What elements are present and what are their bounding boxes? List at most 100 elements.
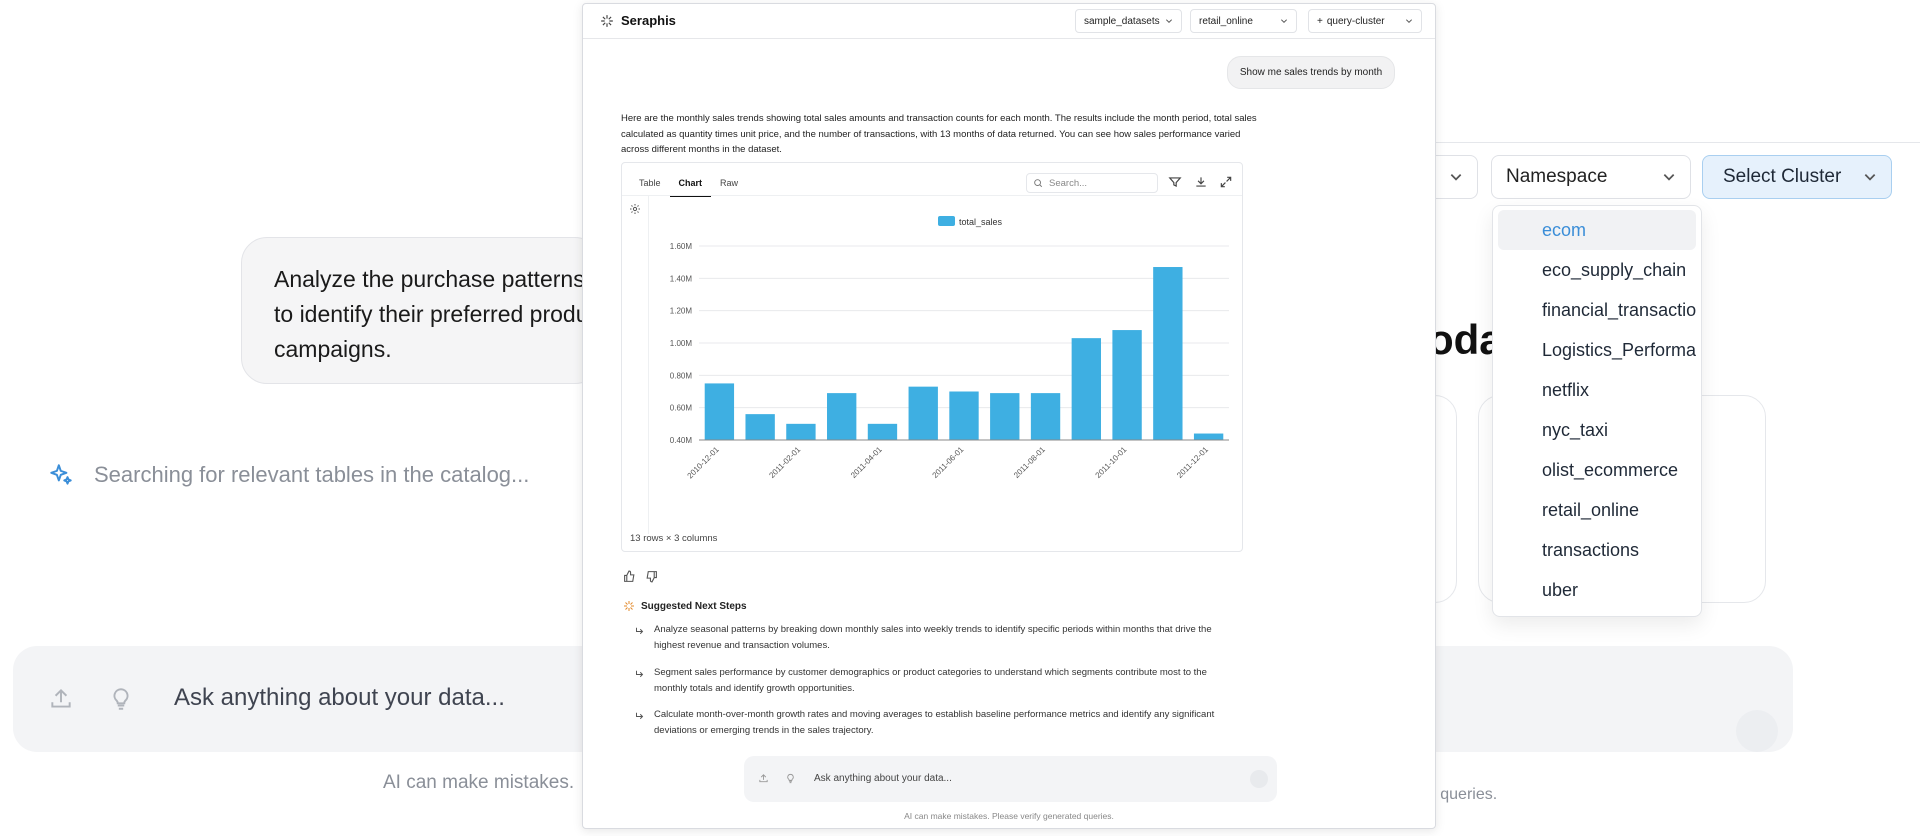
legend-label: total_sales [959, 217, 1003, 227]
chevron-down-icon [1280, 19, 1288, 24]
namespace-selector[interactable]: retail_online [1190, 9, 1297, 33]
background-send-button[interactable] [1736, 710, 1778, 752]
y-tick-label: 0.40M [670, 436, 693, 445]
sparkle-icon [50, 464, 72, 485]
dropdown-item-transactions[interactable]: transactions [1498, 530, 1696, 570]
searching-text: Searching for relevant tables in the cat… [94, 462, 530, 487]
y-tick-label: 0.80M [670, 371, 693, 380]
chart-settings-column [622, 196, 649, 534]
bar [990, 393, 1020, 440]
user-message: Show me sales trends by month [1227, 56, 1395, 89]
y-tick-label: 1.20M [670, 307, 693, 316]
dropdown-item-ecom[interactable]: ecom [1498, 210, 1696, 250]
bar [704, 383, 735, 440]
bar [1030, 393, 1061, 440]
x-tick-label: 2011-04-01 [849, 445, 884, 480]
x-tick-label: 2011-02-01 [767, 445, 802, 480]
brand-name: Seraphis [621, 13, 676, 28]
bar [908, 386, 938, 440]
result-panel: Table Chart Raw Search... total_sales 0.4… [621, 162, 1243, 552]
brand: Seraphis [600, 13, 676, 28]
bar [786, 423, 816, 440]
dropdown-item-nyc-taxi[interactable]: nyc_taxi [1498, 410, 1696, 450]
sparkle-icon [624, 601, 634, 611]
prompt-line-2: to identify their preferred produ [274, 301, 589, 327]
bar [1153, 267, 1183, 440]
cluster-selector[interactable]: + query-cluster [1308, 9, 1422, 33]
result-search-input[interactable]: Search... [1026, 173, 1158, 193]
next-step-text: Segment sales performance by customer de… [654, 667, 1207, 694]
search-icon [1034, 179, 1043, 188]
bar [867, 423, 898, 440]
chat-input-placeholder: Ask anything about your data... [814, 773, 952, 784]
next-step-text: Calculate month-over-month growth rates … [654, 709, 1215, 736]
select-cluster-button[interactable]: Select Cluster [1702, 155, 1892, 199]
dataset-select[interactable]: sample_datasets [1075, 9, 1182, 33]
x-tick-label: 2011-10-01 [1094, 445, 1129, 480]
background-input-placeholder: Ask anything about your data... [174, 684, 505, 711]
sales-bar-chart: total_sales 0.40M 0.60M 0.80M 1.00M 1.20M 1.40… [670, 216, 1229, 481]
next-step-item[interactable]: Calculate month-over-month growth rates … [635, 707, 1235, 738]
namespace-dropdown: ecom eco_supply_chain financial_transact… [1492, 205, 1702, 617]
assistant-answer: Here are the monthly sales trends showin… [621, 113, 1257, 155]
background-prompt-bubble: Analyze the purchase patterns to identif… [241, 237, 601, 384]
legend-swatch [938, 216, 955, 226]
chevron-down-icon [1663, 174, 1675, 181]
bar [827, 393, 857, 440]
thumbs-down-icon[interactable] [645, 570, 658, 583]
y-tick-label: 1.00M [670, 339, 693, 348]
dropdown-item-uber[interactable]: uber [1498, 570, 1696, 610]
x-tick-label: 2011-06-01 [931, 445, 966, 480]
chat-input[interactable]: Ask anything about your data... [744, 756, 1277, 802]
dropdown-item-netflix[interactable]: netflix [1498, 370, 1696, 410]
chart-area: total_sales 0.40M 0.60M 0.80M 1.00M 1.20M 1.40… [622, 195, 1242, 534]
gear-icon[interactable] [629, 203, 641, 215]
arrow-return-icon [636, 670, 644, 678]
result-search-placeholder: Search... [1049, 177, 1088, 189]
bar [1071, 338, 1101, 440]
tab-raw[interactable]: Raw [711, 176, 747, 197]
x-tick-label: 2011-08-01 [1012, 445, 1047, 480]
dropdown-item-eco-supply-chain[interactable]: eco_supply_chain [1498, 250, 1696, 290]
result-tabs: Table Chart Raw [630, 176, 747, 197]
sparkle-logo-icon [601, 14, 613, 27]
upload-icon[interactable] [758, 773, 769, 784]
expand-icon[interactable] [1219, 175, 1233, 189]
dropdown-item-olist-ecommerce[interactable]: olist_ecommerce [1498, 450, 1696, 490]
cluster-plus-icon: + [1317, 15, 1323, 27]
result-row-count: 13 rows × 3 columns [630, 533, 718, 544]
tab-chart[interactable]: Chart [669, 176, 712, 197]
y-tick-label: 1.60M [670, 242, 693, 251]
x-tick-label: 2010-12-01 [685, 445, 721, 481]
searching-status: Searching for relevant tables in the cat… [48, 462, 529, 488]
dropdown-item-retail-online[interactable]: retail_online [1498, 490, 1696, 530]
dataset-value: sample_datasets [1084, 15, 1160, 27]
send-button[interactable] [1250, 770, 1268, 788]
next-step-item[interactable]: Segment sales performance by customer de… [635, 665, 1235, 696]
chevron-down-icon [1864, 174, 1876, 181]
arrow-return-icon [636, 627, 644, 635]
dropdown-item-financial-transactions[interactable]: financial_transactions [1498, 290, 1696, 330]
disclaimer: AI can make mistakes. Please verify gene… [904, 811, 1114, 821]
chevron-down-icon [1405, 19, 1413, 24]
tab-table[interactable]: Table [630, 176, 670, 197]
next-step-item[interactable]: Analyze seasonal patterns by breaking do… [635, 622, 1235, 653]
namespace-select[interactable]: Namespace [1491, 155, 1691, 199]
x-tick-label: 2011-12-01 [1175, 445, 1210, 480]
chevron-down-icon [1165, 19, 1173, 24]
upload-icon[interactable] [48, 686, 74, 712]
download-icon[interactable] [1194, 175, 1208, 189]
bar [745, 414, 775, 440]
seraphis-window: Seraphis sample_datasets retail_online +… [582, 3, 1436, 829]
thumbs-up-icon[interactable] [623, 570, 636, 583]
lightbulb-icon[interactable] [108, 686, 134, 712]
y-tick-label: 1.40M [670, 274, 693, 283]
y-tick-label: 0.60M [670, 404, 693, 413]
filter-icon[interactable] [1168, 175, 1182, 189]
dropdown-item-logistics-performance[interactable]: Logistics_Performance [1498, 330, 1696, 370]
bar [1193, 433, 1224, 440]
prompt-line-3: campaigns. [274, 336, 392, 362]
lightbulb-icon[interactable] [785, 773, 796, 784]
next-steps-title: Suggested Next Steps [623, 600, 747, 612]
arrow-return-icon [636, 712, 644, 720]
